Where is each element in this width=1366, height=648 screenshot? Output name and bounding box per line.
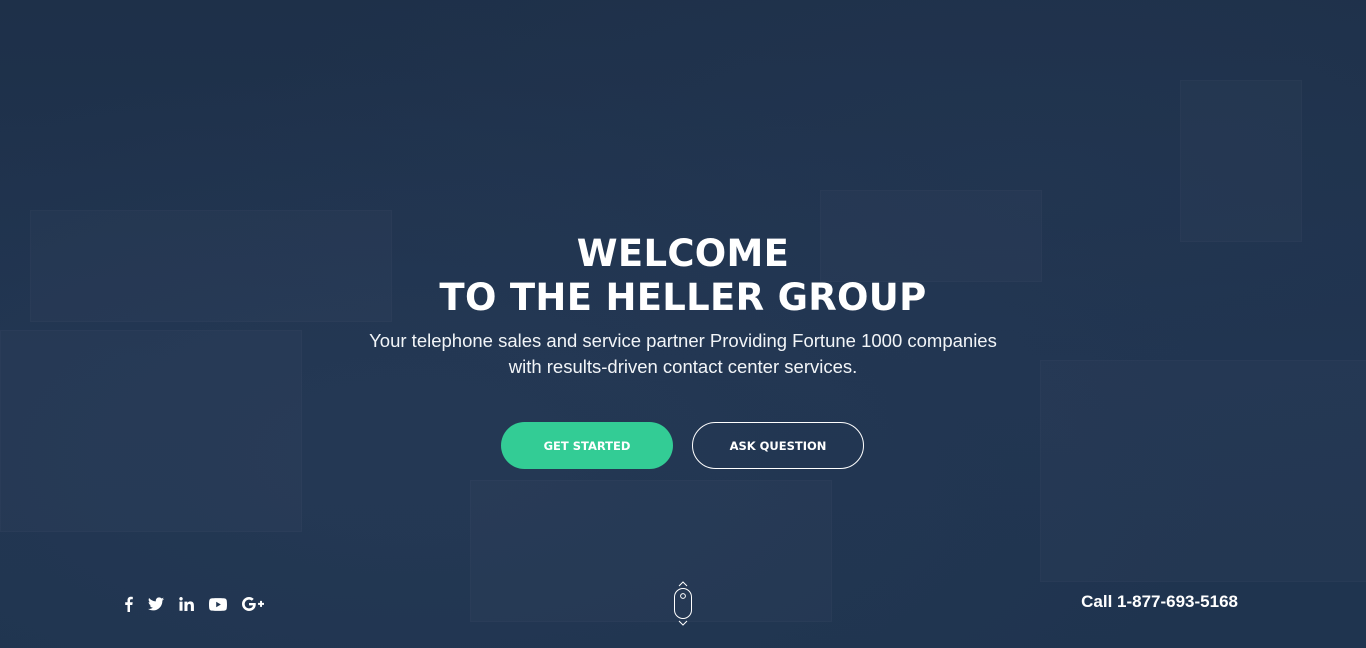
google-plus-icon xyxy=(242,597,264,611)
hero-subtitle: Your telephone sales and service partner… xyxy=(333,328,1033,380)
linkedin-icon xyxy=(179,597,194,611)
background-decoration xyxy=(1040,360,1366,582)
background-decoration xyxy=(470,480,832,622)
mouse-scroll-icon xyxy=(674,581,692,626)
twitter-link[interactable] xyxy=(148,594,164,614)
hero-section: WELCOME TO THE HELLER GROUP Your telepho… xyxy=(0,0,1366,648)
get-started-button[interactable]: GET STARTED xyxy=(501,422,673,469)
social-links xyxy=(124,594,264,614)
linkedin-link[interactable] xyxy=(179,594,194,614)
hero-title: WELCOME TO THE HELLER GROUP xyxy=(0,232,1366,320)
ask-question-label: ASK QUESTION xyxy=(729,438,827,453)
background-decoration xyxy=(0,330,302,532)
twitter-icon xyxy=(148,597,164,611)
get-started-label: GET STARTED xyxy=(543,438,631,453)
hero-subtitle-line2: with results-driven contact center servi… xyxy=(508,356,858,377)
youtube-link[interactable] xyxy=(209,594,227,614)
youtube-icon xyxy=(209,597,227,611)
scroll-down-indicator[interactable] xyxy=(672,580,694,628)
hero-title-line1: WELCOME xyxy=(576,232,790,275)
facebook-link[interactable] xyxy=(124,594,133,614)
background-decoration xyxy=(1180,80,1302,242)
phone-number[interactable]: Call 1-877-693-5168 xyxy=(1081,592,1238,612)
hero-subtitle-line1: Your telephone sales and service partner… xyxy=(369,330,997,351)
hero-title-line2: TO THE HELLER GROUP xyxy=(439,276,927,319)
facebook-icon xyxy=(125,596,133,612)
ask-question-button[interactable]: ASK QUESTION xyxy=(692,422,864,469)
google-plus-link[interactable] xyxy=(242,594,264,614)
